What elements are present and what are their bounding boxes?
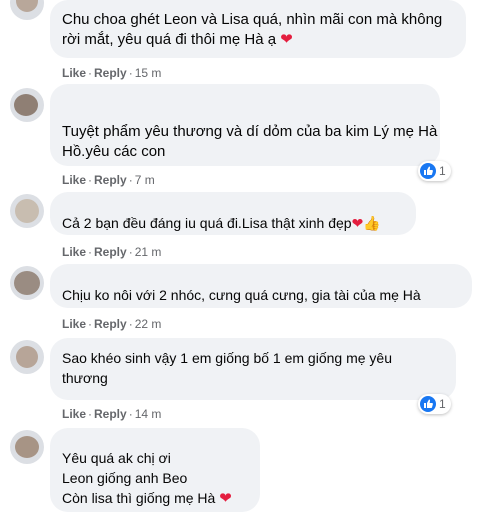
- comment-text: Leon giống anh Beo: [62, 470, 188, 486]
- avatar[interactable]: [10, 88, 44, 122]
- comment-text: Còn lisa thì giống mẹ Hà: [62, 490, 216, 506]
- heart-icon: ❤: [280, 31, 293, 48]
- reply-link[interactable]: Reply: [94, 407, 127, 421]
- like-link[interactable]: Like: [62, 173, 86, 187]
- comment-text: rời mắt, yêu quá đi thôi mẹ Hà ạ: [62, 31, 277, 48]
- reply-link[interactable]: Reply: [94, 173, 127, 187]
- timestamp[interactable]: 21 m: [135, 245, 162, 259]
- comment-bubble: Tuyệt phẩm yêu thương và dí dỏm của ba k…: [50, 84, 440, 166]
- comment-bubble: Sao khéo sinh vậy 1 em giống bố 1 em giố…: [50, 338, 456, 400]
- like-link[interactable]: Like: [62, 317, 86, 331]
- avatar[interactable]: [10, 340, 44, 374]
- like-icon: [420, 396, 436, 412]
- comment-actions: Like · Reply · 14 m: [62, 407, 162, 421]
- avatar[interactable]: [10, 194, 44, 228]
- avatar[interactable]: [10, 0, 44, 20]
- comment-actions: Like · Reply · 7 m: [62, 173, 155, 187]
- comment-text: Chu choa ghét Leon và Lisa quá, nhìn mãi…: [62, 11, 443, 28]
- comment-text: Chịu ko nôi với 2 nhóc, cưng quá cưng, g…: [62, 287, 421, 303]
- comment-text: thương: [62, 370, 108, 386]
- heart-thumbs-up-icon: ❤👍: [351, 215, 381, 231]
- avatar[interactable]: [10, 266, 44, 300]
- comment-bubble: Chu choa ghét Leon và Lisa quá, nhìn mãi…: [50, 0, 466, 58]
- timestamp[interactable]: 7 m: [135, 173, 155, 187]
- comment-bubble: Chịu ko nôi với 2 nhóc, cưng quá cưng, g…: [50, 264, 472, 308]
- like-link[interactable]: Like: [62, 407, 86, 421]
- reply-link[interactable]: Reply: [94, 66, 127, 80]
- comment-actions: Like · Reply · 15 m: [62, 66, 162, 80]
- comment-text: Sao khéo sinh vậy 1 em giống bố 1 em giố…: [62, 350, 392, 366]
- heart-icon: ❤: [219, 490, 232, 507]
- reaction-count[interactable]: 1: [418, 161, 451, 181]
- like-link[interactable]: Like: [62, 66, 86, 80]
- comment-bubble: Yêu quá ak chị ơi Leon giống anh Beo Còn…: [50, 428, 260, 512]
- comment-text: Cả 2 bạn đều đáng iu quá đi.Lisa thật xi…: [62, 215, 352, 231]
- comment-text: Tuyệt phẩm yêu thương và dí dỏm của ba k…: [62, 123, 438, 140]
- reply-link[interactable]: Reply: [94, 317, 127, 331]
- like-icon: [420, 163, 436, 179]
- timestamp[interactable]: 14 m: [135, 407, 162, 421]
- avatar[interactable]: [10, 430, 44, 464]
- comment-text: Hồ.yêu các con: [62, 143, 166, 160]
- comment-text: Yêu quá ak chị ơi: [62, 450, 171, 466]
- timestamp[interactable]: 15 m: [135, 66, 162, 80]
- timestamp[interactable]: 22 m: [135, 317, 162, 331]
- comment-actions: Like · Reply · 21 m: [62, 245, 162, 259]
- comment-actions: Like · Reply · 22 m: [62, 317, 162, 331]
- reaction-count[interactable]: 1: [418, 394, 451, 414]
- comment-bubble: Cả 2 bạn đều đáng iu quá đi.Lisa thật xi…: [50, 192, 416, 235]
- like-link[interactable]: Like: [62, 245, 86, 259]
- reply-link[interactable]: Reply: [94, 245, 127, 259]
